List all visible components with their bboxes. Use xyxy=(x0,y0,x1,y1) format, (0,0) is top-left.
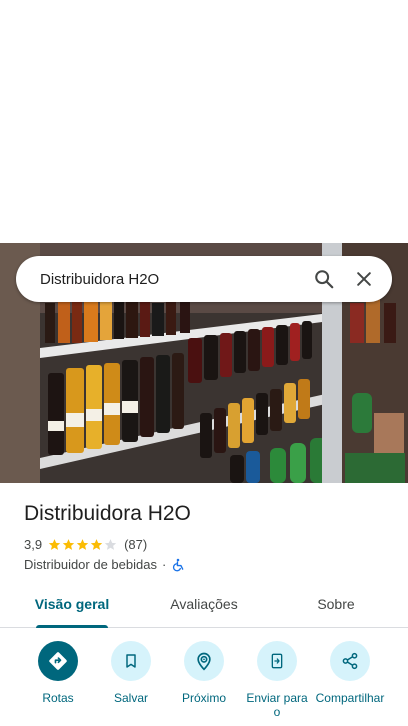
wheelchair-accessible-icon xyxy=(173,558,184,571)
send-to-phone-circle[interactable] xyxy=(257,641,297,681)
share-icon xyxy=(342,652,358,670)
share-label: Compartilhar xyxy=(315,691,385,705)
nearby-label: Próximo xyxy=(181,691,226,705)
tab-about-label: Sobre xyxy=(317,596,355,612)
rating-value: 3,9 xyxy=(24,536,43,552)
send-to-phone-icon xyxy=(271,653,283,669)
share-circle[interactable] xyxy=(330,641,370,681)
share-button[interactable]: Compartilhar xyxy=(309,641,391,705)
place-title: Distribuidora H2O xyxy=(24,502,191,525)
place-info: Distribuidora H2O 3,9 (87) Distribuidor … xyxy=(24,500,394,572)
tab-about[interactable]: Sobre xyxy=(264,586,408,627)
category-row: Distribuidor de bebidas · xyxy=(24,557,394,572)
tab-reviews[interactable]: Avaliações xyxy=(144,586,264,627)
search-button[interactable] xyxy=(304,259,344,299)
tab-reviews-label: Avaliações xyxy=(170,596,238,612)
bookmark-icon xyxy=(126,654,136,668)
star-full-icon xyxy=(48,538,61,550)
save-button[interactable]: Salvar xyxy=(90,641,172,705)
search-icon xyxy=(315,270,334,289)
map-area[interactable] xyxy=(0,0,408,243)
save-circle[interactable] xyxy=(111,641,151,681)
directions-button[interactable]: Rotas xyxy=(17,641,99,705)
clear-button[interactable] xyxy=(344,259,384,299)
nearby-button[interactable]: Próximo xyxy=(163,641,245,705)
star-full-icon xyxy=(76,538,89,550)
send-to-phone-button[interactable]: Enviar para o xyxy=(236,641,318,719)
star-rating xyxy=(48,538,118,551)
directions-label: Rotas xyxy=(42,691,74,705)
active-tab-indicator xyxy=(36,625,108,628)
star-full-icon xyxy=(62,538,75,550)
place-category: Distribuidor de bebidas xyxy=(24,557,157,572)
send-to-phone-label: Enviar para o xyxy=(246,691,308,719)
action-row: Rotas Salvar Próximo Enviar para o Compa… xyxy=(0,641,408,726)
directions-icon xyxy=(49,652,67,670)
close-icon xyxy=(357,272,371,286)
tab-overview[interactable]: Visão geral xyxy=(0,586,144,628)
review-count: (87) xyxy=(124,536,148,552)
search-bar[interactable]: Distribuidora H2O xyxy=(16,256,392,302)
directions-circle[interactable] xyxy=(38,641,78,681)
save-label: Salvar xyxy=(113,691,148,705)
star-empty-icon xyxy=(104,538,117,550)
separator: · xyxy=(161,557,167,572)
star-full-icon xyxy=(90,538,103,550)
search-query[interactable]: Distribuidora H2O xyxy=(16,271,304,288)
tab-bar: Visão geral Avaliações Sobre xyxy=(0,586,408,628)
nearby-icon xyxy=(197,652,211,671)
tab-overview-label: Visão geral xyxy=(34,596,110,612)
nearby-circle[interactable] xyxy=(184,641,224,681)
rating-row[interactable]: 3,9 (87) xyxy=(24,536,394,552)
